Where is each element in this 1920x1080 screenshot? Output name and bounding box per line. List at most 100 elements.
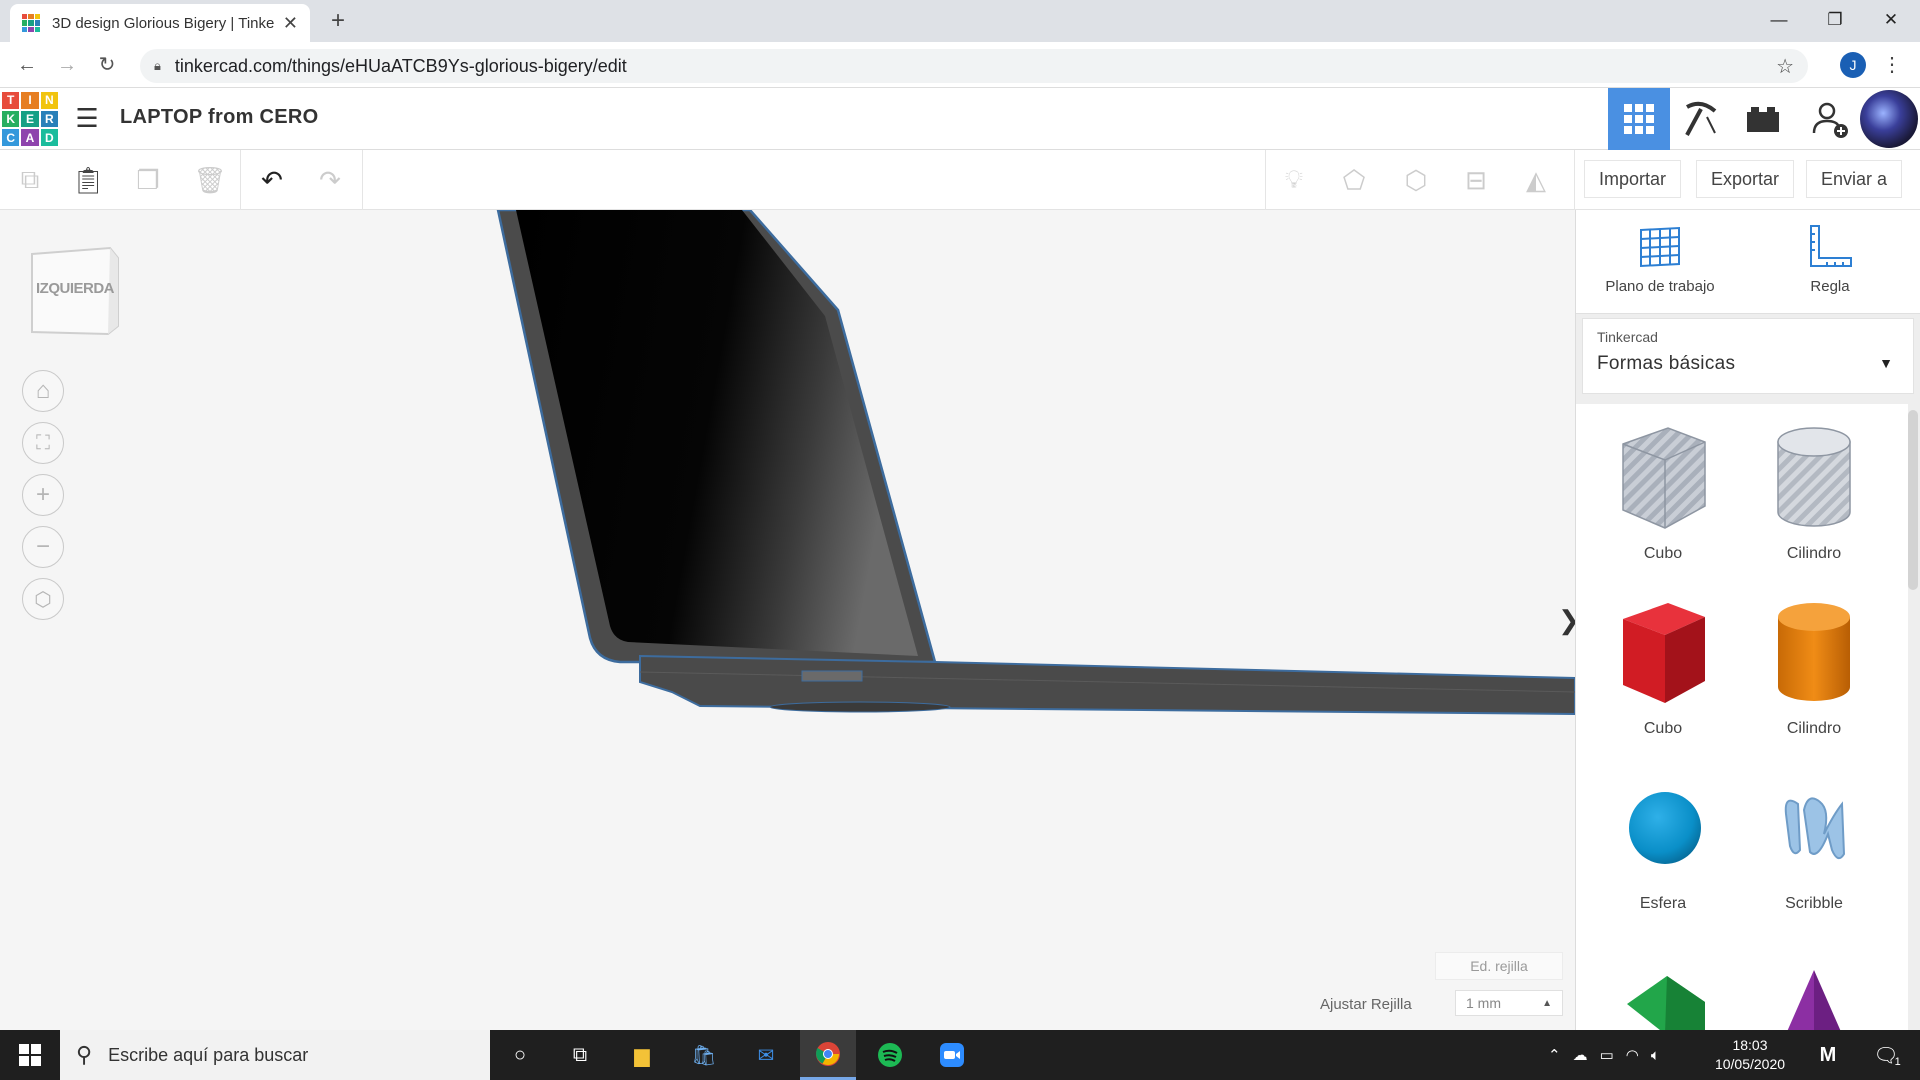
- browser-toolbar: ← → ↻ 🔒︎ tinkercad.com/things/eHUaATCB9Y…: [0, 42, 1920, 88]
- browser-tab[interactable]: 3D design Glorious Bigery | Tinke ✕: [10, 4, 310, 42]
- toolbar-divider: [362, 150, 363, 210]
- tray-expand-icon[interactable]: ⌃: [1548, 1046, 1561, 1064]
- shape-item-scribble[interactable]: Scribble: [1739, 774, 1889, 913]
- paste-icon[interactable]: 📋︎: [70, 162, 106, 198]
- snap-grid-value: 1 mm: [1466, 995, 1501, 1011]
- store-icon[interactable]: 🛍︎: [676, 1030, 732, 1080]
- tinkercad-logo[interactable]: TIN KER CAD: [2, 92, 58, 146]
- onedrive-icon[interactable]: ☁: [1573, 1046, 1588, 1064]
- back-arrow-icon[interactable]: ←: [12, 50, 42, 80]
- group-icon[interactable]: ⬠: [1336, 162, 1372, 198]
- spotify-icon[interactable]: [862, 1030, 918, 1080]
- app-header: TIN KER CAD ☰ LAPTOP from CERO: [0, 88, 1920, 150]
- invite-user-button[interactable]: [1800, 88, 1862, 150]
- edit-grid-button[interactable]: Ed. rejilla: [1435, 952, 1563, 980]
- home-icon: ⌂: [35, 377, 51, 404]
- shape-item-cylinder[interactable]: Cilindro: [1739, 599, 1889, 738]
- scribble-icon: [1784, 797, 1846, 860]
- shape-item-box-hole[interactable]: Cubo: [1588, 424, 1738, 563]
- file-explorer-icon[interactable]: ▆: [614, 1030, 670, 1080]
- ruler-tool[interactable]: Regla: [1755, 224, 1905, 295]
- workplane-tool[interactable]: Plano de trabajo: [1585, 224, 1735, 295]
- shape-library-dropdown[interactable]: Tinkercad Formas básicas ▼: [1582, 318, 1914, 394]
- browser-profile-avatar[interactable]: J: [1840, 52, 1866, 78]
- bookmark-star-icon[interactable]: ☆: [1776, 54, 1794, 79]
- import-button[interactable]: Importar: [1584, 160, 1682, 198]
- orange-cylinder-icon: [1778, 603, 1850, 701]
- tray-app-icon[interactable]: M: [1800, 1030, 1856, 1080]
- close-window-button[interactable]: ✕: [1862, 0, 1920, 40]
- shape-grid: Cubo Cilindro Cubo Cilindro Esfera Scrib…: [1576, 404, 1908, 1030]
- ruler-icon: [1810, 225, 1852, 267]
- design-title[interactable]: LAPTOP from CERO: [120, 106, 319, 129]
- shape-item-cylinder-hole[interactable]: Cilindro: [1739, 424, 1889, 563]
- send-to-button[interactable]: Enviar a: [1806, 160, 1903, 198]
- cortana-icon[interactable]: ○: [492, 1030, 548, 1080]
- start-button[interactable]: [0, 1030, 60, 1080]
- copy-icon[interactable]: ⧉: [12, 162, 48, 198]
- zoom-out-button[interactable]: −: [22, 526, 64, 568]
- tab-close-icon[interactable]: ✕: [283, 13, 298, 34]
- delete-trash-icon[interactable]: 🗑︎: [192, 162, 228, 198]
- minimize-button[interactable]: —: [1750, 0, 1808, 40]
- plus-icon: +: [35, 481, 50, 508]
- address-bar[interactable]: 🔒︎ tinkercad.com/things/eHUaATCB9Ys-glor…: [140, 49, 1808, 83]
- new-tab-button[interactable]: +: [323, 6, 353, 36]
- user-avatar[interactable]: [1860, 90, 1918, 148]
- browser-menu-icon[interactable]: ⋮: [1882, 50, 1902, 80]
- snap-grid-select[interactable]: 1 mm ▲: [1455, 990, 1563, 1016]
- home-view-button[interactable]: ⌂: [22, 370, 64, 412]
- 3d-design-view-button[interactable]: [1608, 88, 1670, 150]
- lock-icon: 🔒︎: [154, 58, 161, 73]
- taskbar-search[interactable]: ⚲ Escribe aquí para buscar: [60, 1030, 490, 1080]
- ungroup-icon[interactable]: ⬡: [1398, 162, 1434, 198]
- perspective-button[interactable]: ⬡: [22, 578, 64, 620]
- logo-letter: T: [2, 92, 20, 109]
- search-placeholder: Escribe aquí para buscar: [108, 1044, 309, 1065]
- library-value: Formas básicas: [1597, 353, 1736, 374]
- task-view-icon[interactable]: ⧉: [552, 1030, 608, 1080]
- collapse-panel-chevron-icon[interactable]: ❯: [1558, 590, 1575, 650]
- sidebar-scrollbar[interactable]: [1908, 410, 1918, 590]
- laptop-model[interactable]: [0, 210, 1575, 1030]
- mirror-icon[interactable]: ◭: [1518, 162, 1554, 198]
- striped-box-icon: [1622, 427, 1706, 529]
- logo-letter: C: [2, 129, 20, 146]
- mail-icon[interactable]: ✉: [738, 1030, 794, 1080]
- notifications-button[interactable]: 🗨︎ 1: [1860, 1030, 1914, 1080]
- reload-icon[interactable]: ↻: [92, 50, 122, 80]
- export-button[interactable]: Exportar: [1696, 160, 1795, 198]
- redo-icon[interactable]: ↷: [312, 162, 348, 198]
- forward-arrow-icon[interactable]: →: [52, 50, 82, 80]
- undo-icon[interactable]: ↶: [254, 162, 290, 198]
- chrome-logo: [816, 1041, 840, 1066]
- shape-item-roof[interactable]: [1588, 964, 1738, 1030]
- lightbulb-icon[interactable]: 💡︎: [1276, 162, 1312, 198]
- zoom-icon[interactable]: [924, 1030, 980, 1080]
- bricks-button[interactable]: [1732, 88, 1794, 150]
- shape-item-pyramid[interactable]: [1739, 964, 1889, 1030]
- windows-logo-icon: [19, 1044, 41, 1066]
- shape-item-box[interactable]: Cubo: [1588, 599, 1738, 738]
- volume-icon[interactable]: 🔈︎: [1651, 1047, 1660, 1064]
- fit-view-button[interactable]: ⛶: [22, 422, 64, 464]
- shape-item-sphere[interactable]: Esfera: [1588, 774, 1738, 913]
- zoom-in-button[interactable]: +: [22, 474, 64, 516]
- tinkercad-favicon-icon: [22, 14, 40, 32]
- design-list-icon[interactable]: ☰: [72, 103, 102, 133]
- battery-icon[interactable]: ▭: [1600, 1046, 1614, 1064]
- duplicate-icon[interactable]: ❐: [130, 162, 166, 198]
- shape-label: Cubo: [1643, 545, 1683, 562]
- zoom-logo: [940, 1043, 964, 1067]
- align-icon[interactable]: ⊟: [1458, 162, 1494, 198]
- wifi-icon[interactable]: ◠: [1626, 1046, 1639, 1064]
- blue-sphere-icon: [1629, 792, 1701, 864]
- maximize-button[interactable]: ❐: [1806, 0, 1864, 40]
- taskbar-clock[interactable]: 18:03 10/05/2020: [1705, 1036, 1795, 1074]
- red-box-icon: [1623, 603, 1705, 703]
- logo-letter: N: [40, 92, 58, 109]
- 3d-workspace[interactable]: IZQUIERDA ⌂ ⛶ + − ⬡ ❯ Ed. rejilla Ajusta…: [0, 210, 1575, 1030]
- chrome-icon[interactable]: [800, 1030, 856, 1080]
- blocks-button[interactable]: [1670, 88, 1732, 150]
- view-cube[interactable]: IZQUIERDA: [28, 244, 120, 336]
